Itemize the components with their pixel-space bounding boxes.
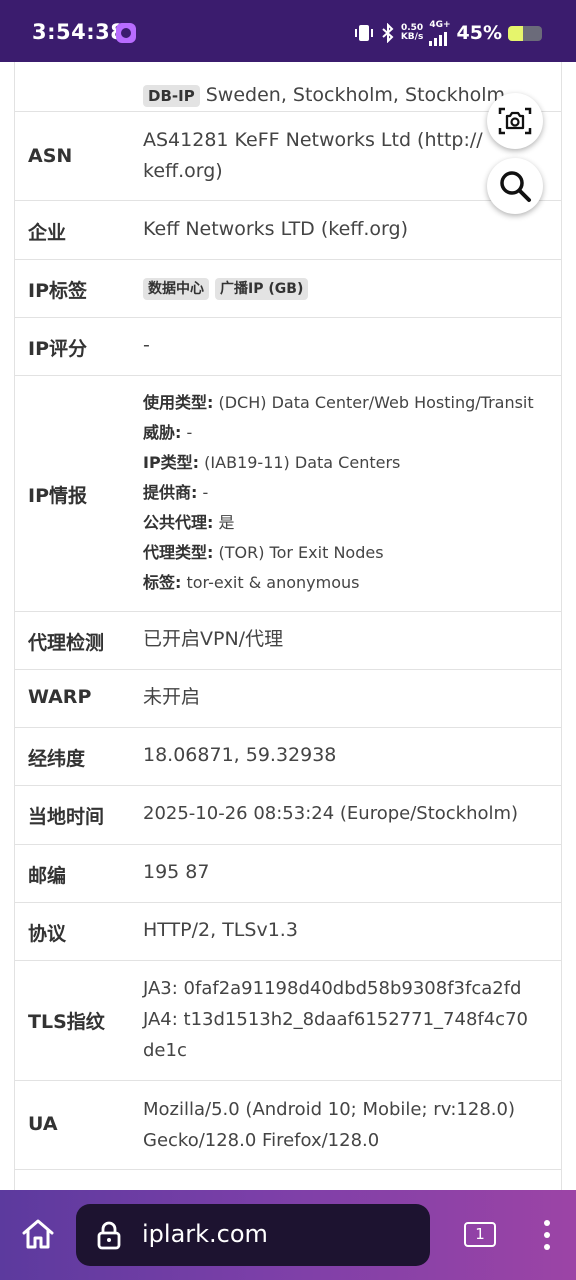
row-ip-score: IP评分 - xyxy=(15,318,561,376)
row-label: IP评分 xyxy=(28,338,87,360)
row-ip-tags: IP标签 数据中心 广播IP (GB) xyxy=(15,260,561,318)
row-ua: UA Mozilla/5.0 (Android 10; Mobile; rv:1… xyxy=(15,1081,561,1170)
proxy-value: 已开启VPN/代理 xyxy=(143,628,284,650)
camera-scan-icon xyxy=(498,107,532,135)
coords-value: 18.06871, 59.32938 xyxy=(143,744,337,766)
intel-item: 标签: tor-exit & anonymous xyxy=(143,573,360,592)
local-time-value: 2025-10-26 08:53:24 (Europe/Stockholm) xyxy=(143,803,519,824)
signal-group: 4G+ xyxy=(429,19,451,46)
org-value: Keff Networks LTD (keff.org) xyxy=(143,218,408,240)
row-label: TLS指纹 xyxy=(28,1011,105,1033)
asn-value[interactable]: AS41281 KeFF Networks Ltd (http:// keff.… xyxy=(143,125,483,187)
row-protocol: 协议 HTTP/2, TLSv1.3 xyxy=(15,903,561,961)
row-label: IP情报 xyxy=(28,485,87,507)
row-label: UA xyxy=(28,1113,58,1135)
row-warp: WARP 未开启 xyxy=(15,670,561,728)
intel-item: 代理类型: (TOR) Tor Exit Nodes xyxy=(143,543,384,562)
lock-icon[interactable] xyxy=(96,1220,122,1250)
intel-item: 公共代理: 是 xyxy=(143,513,235,532)
intel-item: 提供商: - xyxy=(143,483,209,502)
row-label: ASN xyxy=(28,145,73,167)
row-label: 当地时间 xyxy=(28,806,105,828)
row-label: 企业 xyxy=(28,222,67,244)
location-row: DB-IP Sweden, Stockholm, Stockholm xyxy=(15,62,561,112)
search-icon xyxy=(500,171,531,202)
row-label: 代理检测 xyxy=(28,632,105,654)
network-type: 4G+ xyxy=(429,19,451,30)
warp-value: 未开启 xyxy=(143,686,201,708)
tag-badge: 广播IP (GB) xyxy=(215,277,309,300)
row-tls: TLS指纹 JA3: 0faf2a91198d40dbd58b9308f3fca… xyxy=(15,961,561,1081)
battery-icon xyxy=(508,25,542,41)
url-bar[interactable]: iplark.com xyxy=(76,1204,430,1266)
ua-value[interactable]: Mozilla/5.0 (Android 10; Mobile; rv:128.… xyxy=(143,1094,553,1156)
screenshot-button[interactable] xyxy=(487,93,543,149)
status-time: 3:54:38 xyxy=(32,20,126,44)
row-label: 协议 xyxy=(28,923,67,945)
battery-fill xyxy=(508,25,524,41)
more-icon[interactable] xyxy=(538,1219,556,1251)
location-value: Sweden, Stockholm, Stockholm xyxy=(205,84,506,106)
row-asn: ASN AS41281 KeFF Networks Ltd (http:// k… xyxy=(15,112,561,201)
row-label: IP标签 xyxy=(28,280,87,302)
ip-info-table: DB-IP Sweden, Stockholm, Stockholm ASN A… xyxy=(14,62,562,1190)
intel-item: 使用类型: (DCH) Data Center/Web Hosting/Tran… xyxy=(143,393,534,412)
vibrate-icon xyxy=(354,25,373,41)
row-label: 邮编 xyxy=(28,865,67,887)
tab-count: 1 xyxy=(475,1225,485,1243)
postal-value: 195 87 xyxy=(143,861,210,883)
bluetooth-icon xyxy=(382,23,394,43)
row-coords: 经纬度 18.06871, 59.32938 xyxy=(15,728,561,786)
ip-score-value: - xyxy=(143,334,150,356)
ip-intel-list: 使用类型: (DCH) Data Center/Web Hosting/Tran… xyxy=(143,388,553,598)
intel-item: 威胁: - xyxy=(143,423,193,442)
url-text[interactable]: iplark.com xyxy=(142,1220,268,1248)
row-local-time: 当地时间 2025-10-26 08:53:24 (Europe/Stockho… xyxy=(15,786,561,845)
db-ip-badge: DB-IP xyxy=(143,84,200,107)
app-icon xyxy=(116,23,136,43)
browser-toolbar: iplark.com 1 xyxy=(0,1190,576,1280)
tls-value[interactable]: JA3: 0faf2a91198d40dbd58b9308f3fca2fd JA… xyxy=(143,973,553,1066)
row-label: WARP xyxy=(28,686,92,708)
net-speed: 0.50 KB/s xyxy=(400,23,424,42)
search-button[interactable] xyxy=(487,158,543,214)
protocol-value: HTTP/2, TLSv1.3 xyxy=(143,919,298,941)
intel-item: IP类型: (IAB19-11) Data Centers xyxy=(143,453,401,472)
home-icon[interactable] xyxy=(20,1217,56,1251)
status-bar: 3:54:38 0.50 KB/s 4G+ 45% xyxy=(0,0,576,62)
tabs-icon[interactable]: 1 xyxy=(464,1222,496,1247)
ip-tags: 数据中心 广播IP (GB) xyxy=(143,273,553,304)
tag-badge: 数据中心 xyxy=(143,277,209,300)
row-postal: 邮编 195 87 xyxy=(15,845,561,903)
row-next-partial xyxy=(15,1170,561,1190)
signal-icon xyxy=(429,30,448,46)
row-ip-intel: IP情报 使用类型: (DCH) Data Center/Web Hosting… xyxy=(15,376,561,612)
status-icons: 0.50 KB/s 4G+ 45% xyxy=(353,18,542,48)
row-org: 企业 Keff Networks LTD (keff.org) xyxy=(15,201,561,260)
row-label: 经纬度 xyxy=(28,748,86,770)
battery-percent: 45% xyxy=(456,22,502,44)
row-proxy: 代理检测 已开启VPN/代理 xyxy=(15,612,561,670)
